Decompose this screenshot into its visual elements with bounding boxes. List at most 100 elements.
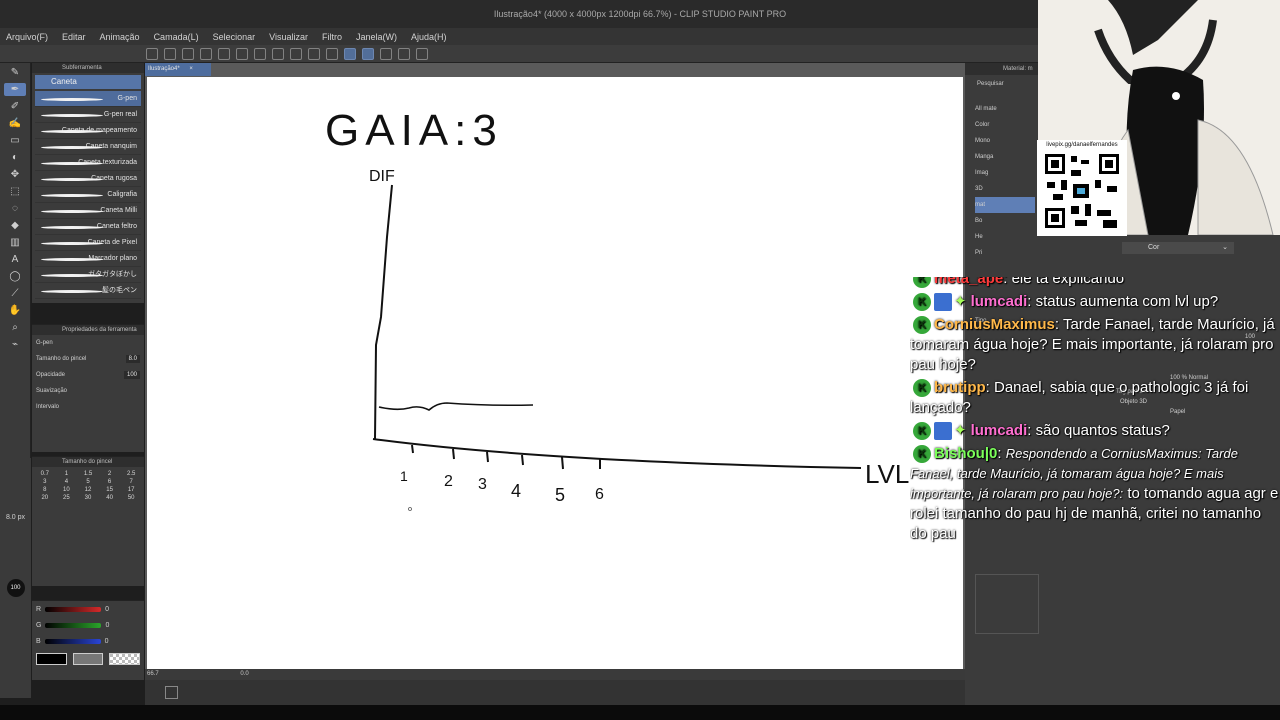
eraser-tool-icon[interactable]: ▭ [4, 134, 26, 147]
menu-janela[interactable]: Janela(W) [356, 32, 397, 42]
brush-item[interactable]: Marcador plano [35, 251, 141, 267]
tree-item[interactable]: Bo [975, 213, 1035, 229]
snap-special-icon[interactable] [380, 47, 392, 60]
color-dropdown[interactable]: Cor ⌄ [1122, 242, 1234, 254]
brush-tool-icon[interactable]: ✍ [4, 117, 26, 130]
text-tool-icon[interactable]: A [4, 253, 26, 266]
size-option[interactable]: 25 [56, 495, 78, 501]
help-icon[interactable] [416, 47, 428, 60]
brush-item[interactable]: G-pen real [35, 107, 141, 123]
green-slider[interactable] [45, 622, 102, 628]
size-option[interactable]: 4 [56, 479, 78, 485]
property-row[interactable]: Intervalo [32, 399, 144, 415]
property-row[interactable]: Tamanho do pincel 8.0 [32, 351, 144, 367]
size-option[interactable]: 2 [99, 471, 121, 477]
pencil-tool-icon[interactable]: ✐ [4, 100, 26, 113]
tree-item[interactable]: Color [975, 117, 1035, 133]
tree-item[interactable]: 3D [975, 181, 1035, 197]
transparent-swatch[interactable] [109, 653, 141, 665]
close-tab-icon[interactable]: × [189, 66, 193, 72]
size-option[interactable]: 6 [99, 479, 121, 485]
menu-camada[interactable]: Camada(L) [154, 32, 199, 42]
snap-ruler-icon[interactable] [344, 47, 356, 60]
size-option[interactable]: 40 [99, 495, 121, 501]
brush-item[interactable]: Caneta de Pixel [35, 235, 141, 251]
transform-icon[interactable] [290, 47, 302, 60]
zoom-tool-icon[interactable]: ⌕ [4, 321, 26, 334]
crop-icon[interactable] [326, 47, 338, 60]
menu-ajuda[interactable]: Ajuda(H) [411, 32, 447, 42]
brush-size-value[interactable]: 8.0 [125, 355, 140, 363]
color-channel-row[interactable]: B0 [32, 633, 144, 649]
tree-item[interactable]: Pri [975, 245, 1035, 261]
size-option[interactable]: 10 [56, 487, 78, 493]
export-icon[interactable] [200, 47, 212, 60]
size-option[interactable]: 30 [77, 495, 99, 501]
pen-selected-tool-icon[interactable]: ✒ [4, 83, 26, 96]
save-icon[interactable] [182, 47, 194, 60]
brush-item[interactable]: 髪の毛ペン [35, 283, 141, 299]
blend-tool-icon[interactable]: ◐ [4, 151, 26, 164]
size-option[interactable]: 2.5 [120, 471, 142, 477]
size-option[interactable]: 15 [99, 487, 121, 493]
menu-editar[interactable]: Editar [62, 32, 86, 42]
select-tool-icon[interactable]: ⬚ [4, 185, 26, 198]
drawing-canvas[interactable]: GAIA:3 DIF LVL 1 2 3 4 5 6 [147, 77, 963, 671]
property-row[interactable]: Suavização [32, 383, 144, 399]
clear-icon[interactable] [272, 47, 284, 60]
size-option[interactable]: 12 [77, 487, 99, 493]
tree-item[interactable]: He [975, 229, 1035, 245]
size-option[interactable]: 7 [120, 479, 142, 485]
layout-icon[interactable] [165, 686, 178, 699]
tree-item[interactable]: All mate [975, 101, 1035, 117]
zoom-readout[interactable]: 66.7 [147, 671, 159, 677]
red-slider[interactable] [45, 606, 102, 612]
tree-item[interactable]: mat [975, 197, 1035, 213]
primary-color-swatch[interactable] [36, 653, 67, 665]
size-option[interactable]: 1 [56, 471, 78, 477]
menu-animacao[interactable]: Animação [100, 32, 140, 42]
ruler-tool-icon[interactable]: ⟋ [4, 287, 26, 300]
size-option[interactable]: 50 [120, 495, 142, 501]
secondary-color-swatch[interactable] [72, 653, 104, 665]
brush-item[interactable]: ガタガタぼかし [35, 267, 141, 283]
blue-slider[interactable] [44, 638, 101, 644]
menu-filtro[interactable]: Filtro [322, 32, 342, 42]
color-channel-row[interactable]: R0 [32, 601, 144, 617]
new-file-icon[interactable] [146, 47, 158, 60]
settings-icon[interactable] [398, 47, 410, 60]
brush-item[interactable]: Caneta texturizada [35, 155, 141, 171]
size-option[interactable]: 1.5 [77, 471, 99, 477]
opacity-value[interactable]: 100 [123, 371, 140, 379]
fill-tool-icon[interactable]: ◆ [4, 219, 26, 232]
gradient-tool-icon[interactable]: ▥ [4, 236, 26, 249]
brush-item[interactable]: Caneta nanquim [35, 139, 141, 155]
loading-icon[interactable] [254, 47, 266, 60]
property-row[interactable]: Opacidade 100 [32, 367, 144, 383]
brush-item[interactable]: Caneta feltro [35, 219, 141, 235]
brush-item[interactable]: G-pen [35, 91, 141, 107]
color-channel-row[interactable]: G0 [32, 617, 144, 633]
lasso-tool-icon[interactable]: ◌ [4, 202, 26, 215]
balloon-tool-icon[interactable]: ◯ [4, 270, 26, 283]
document-tab[interactable]: Ilustração4* × [145, 63, 211, 76]
size-option[interactable]: 17 [120, 487, 142, 493]
open-file-icon[interactable] [164, 47, 176, 60]
pen-tool-icon[interactable]: ✎ [4, 66, 26, 79]
redo-icon[interactable] [236, 47, 248, 60]
brush-item[interactable]: Caneta Milli [35, 203, 141, 219]
snap-grid-icon[interactable] [362, 47, 374, 60]
tree-item[interactable]: Imag [975, 165, 1035, 181]
undo-icon[interactable] [218, 47, 230, 60]
brush-item[interactable]: Caneta de mapeamento [35, 123, 141, 139]
brush-item[interactable]: Caligrafia [35, 187, 141, 203]
menu-selecionar[interactable]: Selecionar [213, 32, 256, 42]
size-option[interactable]: 3 [34, 479, 56, 485]
menu-arquivo[interactable]: Arquivo(F) [6, 32, 48, 42]
fill-icon[interactable] [308, 47, 320, 60]
menu-visualizar[interactable]: Visualizar [269, 32, 308, 42]
size-option[interactable]: 8 [34, 487, 56, 493]
material-search[interactable]: Pesquisar [977, 81, 1004, 87]
hand-tool-icon[interactable]: ✋ [4, 304, 26, 317]
subtool-group-tab[interactable]: Caneta [35, 75, 141, 89]
